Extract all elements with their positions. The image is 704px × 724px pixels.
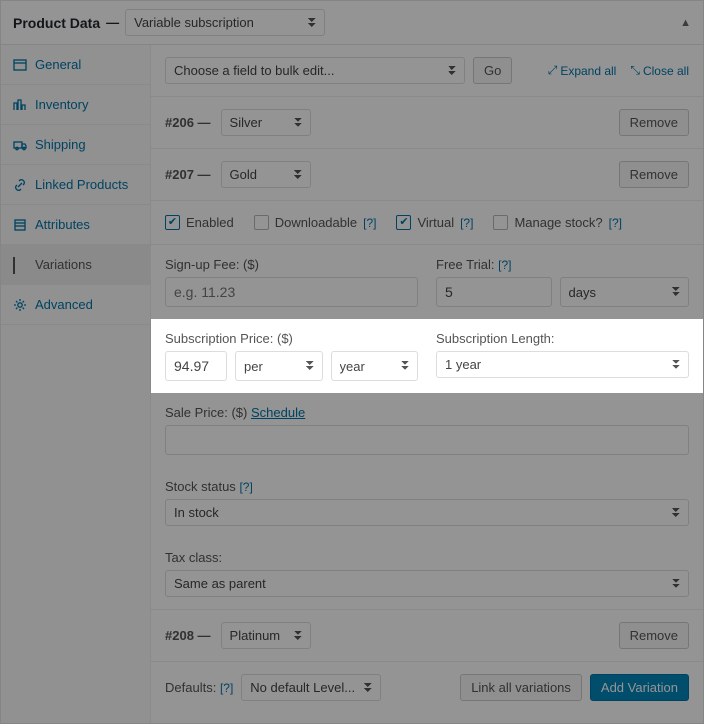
variation-attr-select[interactable]: Silver (221, 109, 311, 136)
product-data-panel: Product Data — Variable subscription ▲ G… (0, 0, 704, 724)
signup-freetrial-row: Sign-up Fee: ($) Free Trial: [?] days (151, 245, 703, 319)
enabled-checkbox[interactable]: ✔Enabled (165, 215, 234, 230)
variation-id: #207 — (165, 167, 211, 182)
subscription-price-field: Subscription Price: ($) per year (165, 331, 418, 381)
tab-label: Inventory (35, 97, 88, 112)
signup-fee-input[interactable] (165, 277, 418, 307)
stock-status-label: Stock status [?] (165, 479, 689, 494)
free-trial-field: Free Trial: [?] days (436, 257, 689, 307)
subscription-price-input[interactable] (165, 351, 227, 381)
variations-main: Choose a field to bulk edit... Go ⤢Expan… (151, 45, 703, 723)
schedule-link[interactable]: Schedule (251, 405, 305, 420)
free-trial-unit-select[interactable]: days (560, 277, 690, 307)
manage-stock-checkbox[interactable]: Manage stock? [?] (493, 215, 622, 230)
subscription-length-label: Subscription Length: (436, 331, 689, 346)
subscription-length-select[interactable]: 1 year (436, 351, 689, 378)
sale-price-input[interactable] (165, 425, 689, 455)
virtual-checkbox[interactable]: ✔Virtual [?] (396, 215, 473, 230)
bulk-edit-select[interactable]: Choose a field to bulk edit... (165, 57, 465, 84)
tab-general[interactable]: General (1, 45, 150, 85)
subscription-price-label: Subscription Price: ($) (165, 331, 418, 346)
product-data-panel-wrapper: Product Data — Variable subscription ▲ G… (0, 0, 704, 724)
panel-collapse-toggle[interactable]: ▲ (680, 17, 691, 29)
remove-variation-button[interactable]: Remove (619, 109, 689, 136)
tab-variations[interactable]: Variations (1, 245, 150, 285)
tab-label: Advanced (35, 297, 93, 312)
stock-status-field: Stock status [?] In stock (151, 467, 703, 538)
tax-class-field: Tax class: Same as parent (151, 538, 703, 609)
advanced-icon (13, 298, 27, 312)
sale-price-field: Sale Price: ($) Schedule (151, 393, 703, 467)
variation-attr-select[interactable]: Platinum (221, 622, 311, 649)
bulk-edit-toolbar: Choose a field to bulk edit... Go ⤢Expan… (151, 45, 703, 97)
tab-label: Variations (35, 257, 92, 272)
subscription-unit-select[interactable]: year (331, 351, 419, 381)
tab-label: Linked Products (35, 177, 128, 192)
help-icon[interactable]: [?] (239, 480, 252, 494)
variation-row-206[interactable]: #206 — Silver Remove (151, 97, 703, 149)
variation-id: #208 — (165, 628, 211, 643)
remove-variation-button[interactable]: Remove (619, 161, 689, 188)
tab-inventory[interactable]: Inventory (1, 85, 150, 125)
sale-price-label: Sale Price: ($) Schedule (165, 405, 689, 420)
panel-body: General Inventory Shipping Linked Produc… (1, 45, 703, 723)
variation-id: #206 — (165, 115, 211, 130)
variation-attr-select[interactable]: Gold (221, 161, 311, 188)
collapse-icon: ⤡ (630, 63, 640, 78)
tab-advanced[interactable]: Advanced (1, 285, 150, 325)
variations-icon (13, 258, 27, 272)
tax-class-label: Tax class: (165, 550, 689, 565)
free-trial-input[interactable] (436, 277, 552, 307)
linked-icon (13, 178, 27, 192)
signup-fee-field: Sign-up Fee: ($) (165, 257, 418, 307)
expand-links: ⤢Expand all ⤡Close all (548, 63, 689, 78)
link-all-variations-button[interactable]: Link all variations (460, 674, 582, 701)
help-icon[interactable]: [?] (498, 258, 511, 272)
close-all-link[interactable]: ⤡Close all (630, 63, 689, 78)
subscription-length-field: Subscription Length: 1 year (436, 331, 689, 381)
tax-class-select[interactable]: Same as parent (165, 570, 689, 597)
defaults-row: Defaults: [?] No default Level... Link a… (151, 662, 703, 713)
help-icon[interactable]: [?] (220, 681, 233, 695)
panel-header: Product Data — Variable subscription ▲ (1, 1, 703, 45)
tab-shipping[interactable]: Shipping (1, 125, 150, 165)
downloadable-checkbox[interactable]: Downloadable [?] (254, 215, 377, 230)
signup-fee-label: Sign-up Fee: ($) (165, 257, 418, 272)
defaults-label: Defaults: [?] (165, 680, 233, 695)
help-icon[interactable]: [?] (460, 216, 473, 230)
shipping-icon (13, 138, 27, 152)
add-variation-button[interactable]: Add Variation (590, 674, 689, 701)
help-icon[interactable]: [?] (363, 216, 376, 230)
tab-label: General (35, 57, 81, 72)
subscription-per-select[interactable]: per (235, 351, 323, 381)
variation-207-body: ✔Enabled Downloadable [?] ✔Virtual [?] M… (151, 201, 703, 610)
variation-row-208[interactable]: #208 — Platinum Remove (151, 610, 703, 662)
title-separator: — (106, 15, 119, 30)
attributes-icon (13, 218, 27, 232)
defaults-select[interactable]: No default Level... (241, 674, 381, 701)
variation-options-row: ✔Enabled Downloadable [?] ✔Virtual [?] M… (151, 201, 703, 245)
remove-variation-button[interactable]: Remove (619, 622, 689, 649)
bulk-go-button[interactable]: Go (473, 57, 512, 84)
expand-icon: ⤢ (548, 63, 558, 78)
subscription-price-length-row: Subscription Price: ($) per year Subscri… (151, 319, 703, 393)
inventory-icon (13, 98, 27, 112)
tab-label: Shipping (35, 137, 86, 152)
expand-all-link[interactable]: ⤢Expand all (548, 63, 617, 78)
panel-title: Product Data (13, 15, 100, 31)
help-icon[interactable]: [?] (609, 216, 622, 230)
free-trial-label: Free Trial: [?] (436, 257, 689, 272)
tab-linked-products[interactable]: Linked Products (1, 165, 150, 205)
tab-label: Attributes (35, 217, 90, 232)
variation-row-207[interactable]: #207 — Gold Remove (151, 149, 703, 201)
tabs-sidebar: General Inventory Shipping Linked Produc… (1, 45, 151, 723)
stock-status-select[interactable]: In stock (165, 499, 689, 526)
product-type-select[interactable]: Variable subscription (125, 9, 325, 36)
general-icon (13, 58, 27, 72)
tab-attributes[interactable]: Attributes (1, 205, 150, 245)
